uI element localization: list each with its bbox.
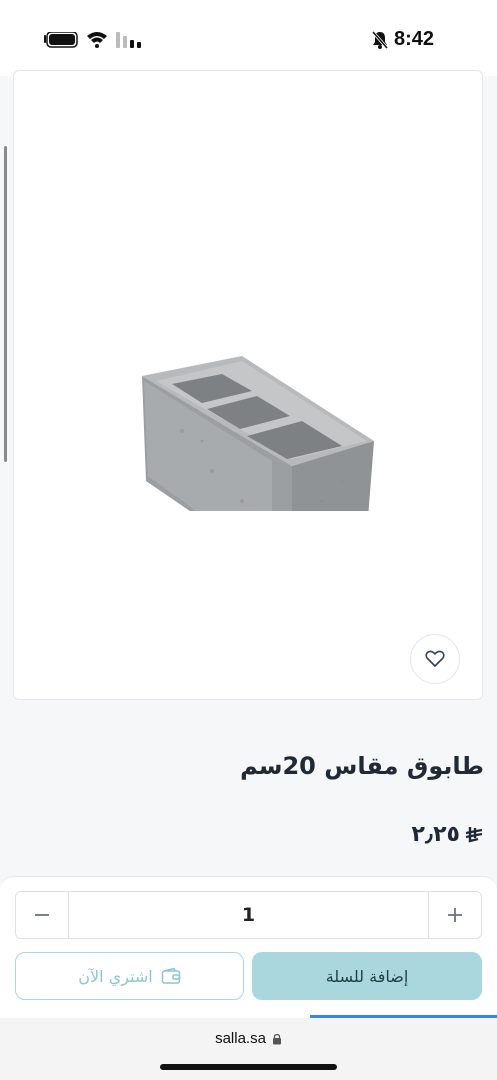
decrease-quantity-button[interactable]: [16, 892, 69, 938]
concrete-block-icon: [142, 356, 374, 511]
bell-slash-icon: [371, 31, 389, 49]
riyal-icon: [465, 826, 483, 843]
scroll-indicator[interactable]: [4, 146, 7, 462]
product-price: ٢٫٢٥: [411, 822, 484, 847]
buy-now-button[interactable]: اشتري الآن: [15, 952, 244, 1000]
status-bar: 8:42: [0, 0, 497, 76]
add-to-cart-label: إضافة للسلة: [325, 966, 409, 986]
buy-now-label: اشتري الآن: [78, 966, 153, 986]
product-image-card[interactable]: [13, 70, 483, 700]
minus-icon: [35, 914, 49, 916]
quantity-input[interactable]: 1: [69, 904, 428, 926]
purchase-panel: 1 اشتري الآن إضافة للسلة: [0, 876, 497, 1019]
status-time: 8:42: [394, 28, 435, 50]
url-text: salla.sa: [215, 1030, 266, 1047]
url-display[interactable]: salla.sa: [0, 1030, 497, 1047]
plus-icon: [448, 908, 462, 922]
increase-quantity-button[interactable]: [428, 892, 481, 938]
product-title: طابوق مقاس 20سم: [240, 752, 484, 780]
wallet-icon: [161, 967, 180, 984]
browser-address-bar[interactable]: [0, 1018, 497, 1080]
wifi-icon: [87, 32, 107, 48]
heart-icon: [425, 650, 445, 667]
wishlist-button[interactable]: [410, 634, 460, 684]
battery-icon: [44, 32, 78, 48]
quantity-stepper: 1: [15, 891, 482, 939]
home-indicator[interactable]: [160, 1064, 337, 1070]
price-value: ٢٫٢٥: [411, 822, 460, 847]
add-to-cart-button[interactable]: إضافة للسلة: [252, 952, 482, 1000]
signal-icon: [116, 32, 141, 48]
lock-icon: [272, 1033, 281, 1044]
